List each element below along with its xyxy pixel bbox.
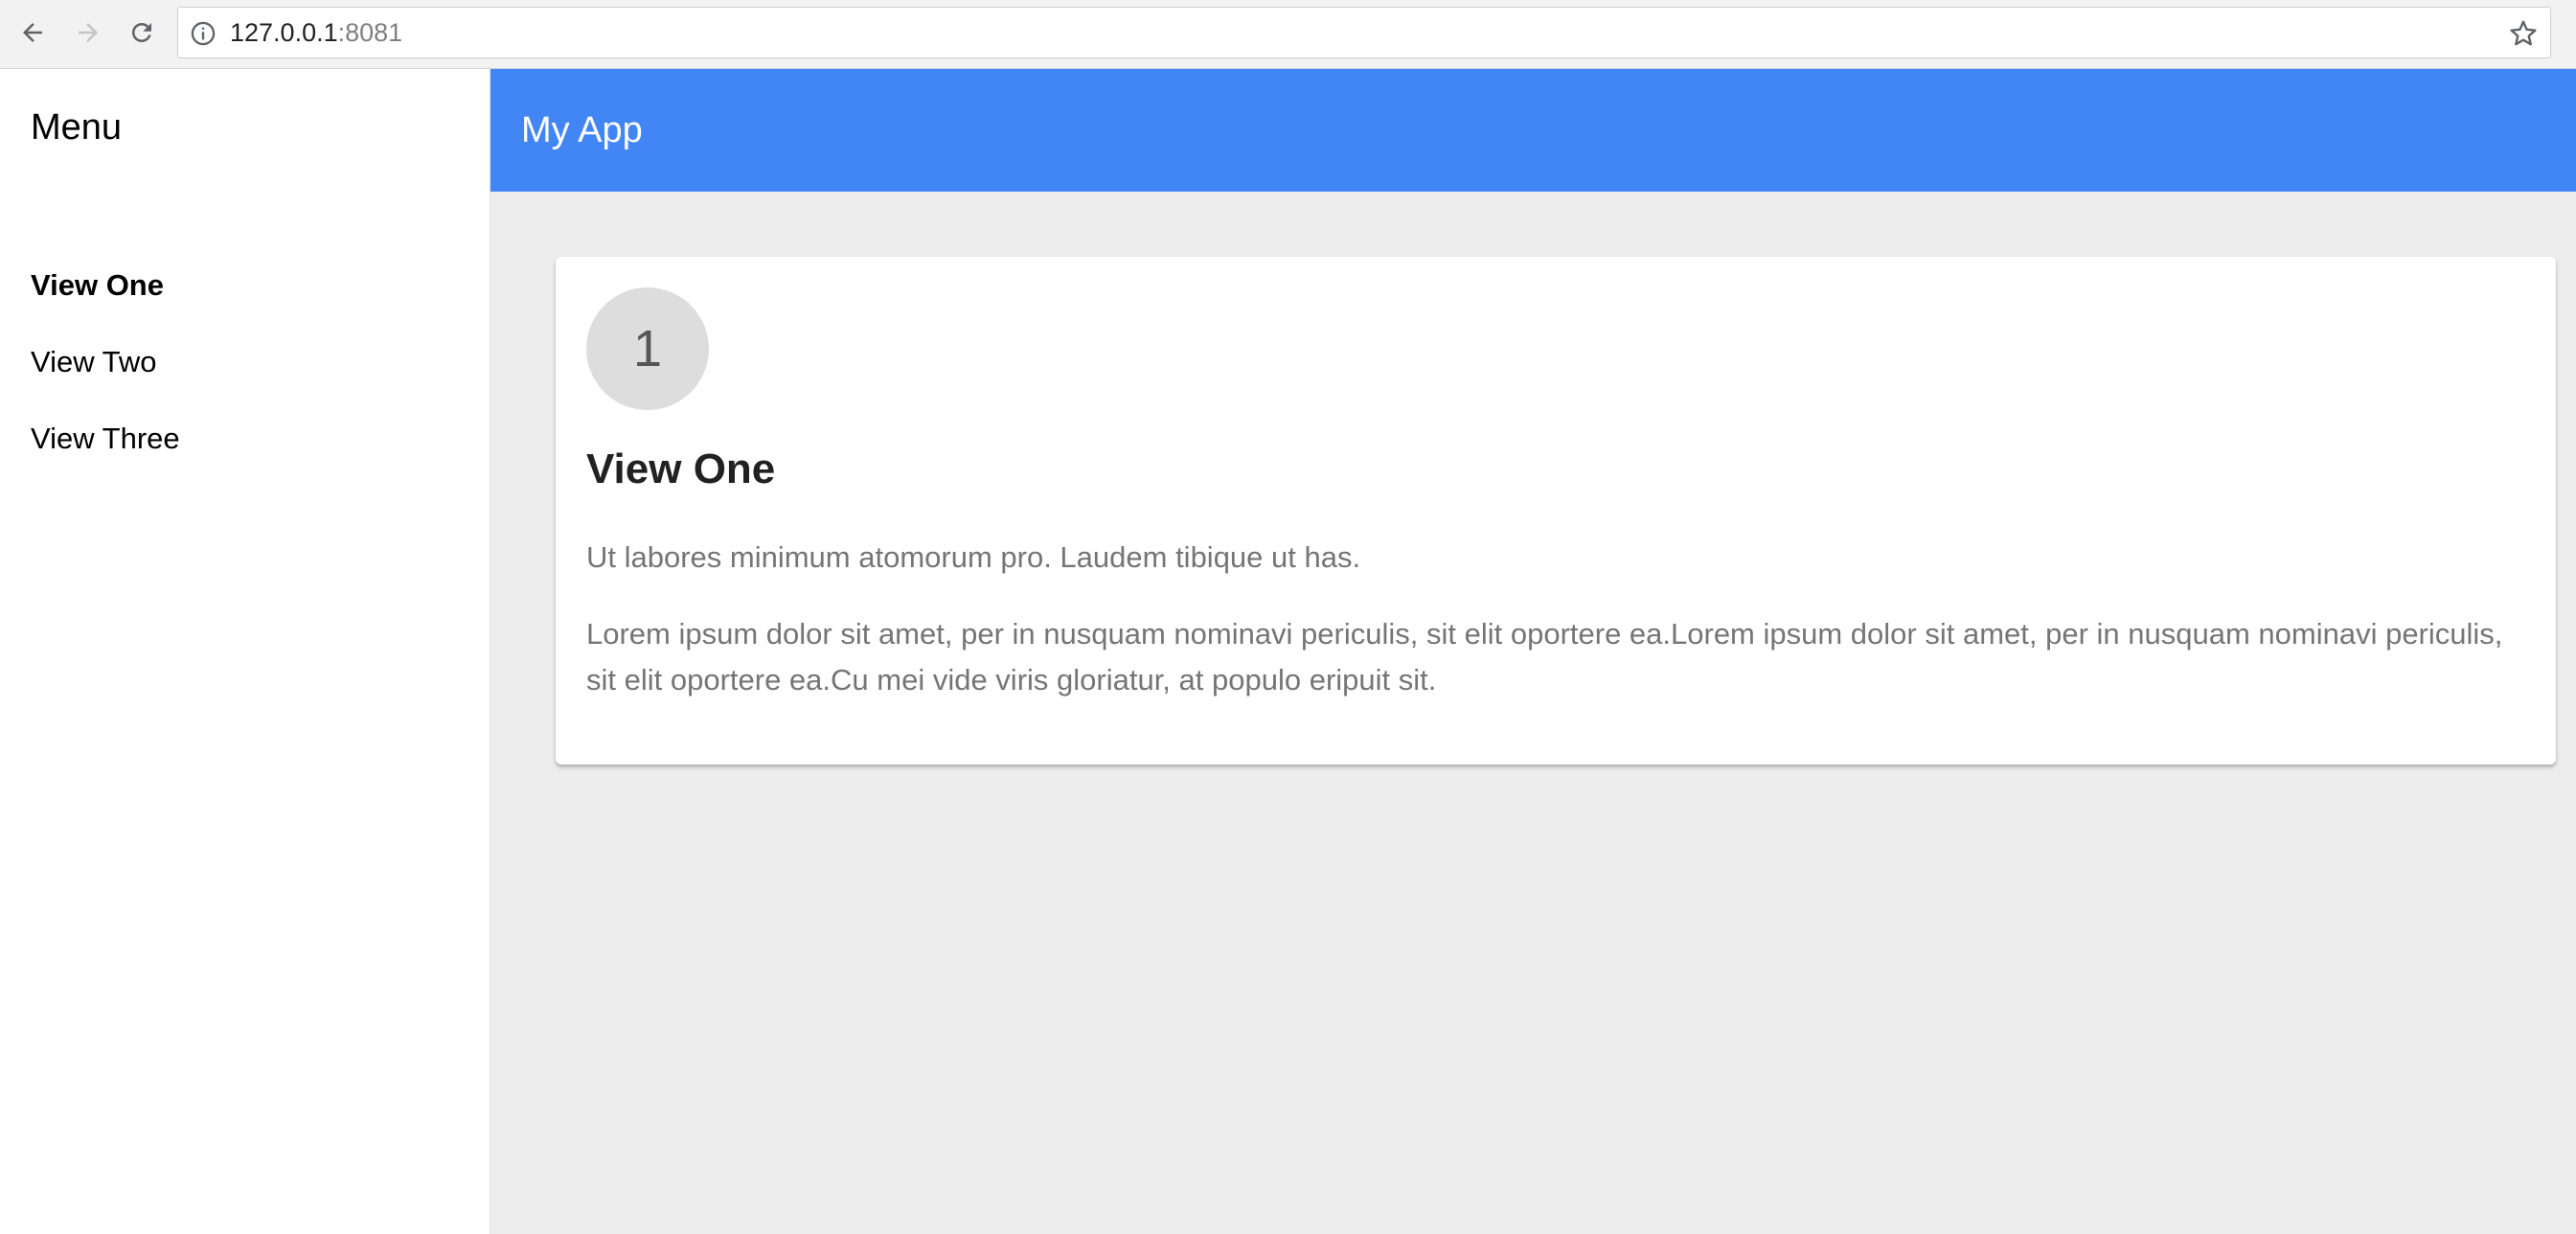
back-button[interactable] bbox=[11, 11, 54, 54]
url-port: :8081 bbox=[337, 18, 403, 47]
forward-button[interactable] bbox=[67, 11, 109, 54]
sidebar-item-view-one[interactable]: View One bbox=[0, 247, 490, 324]
url-text[interactable]: 127.0.0.1:8081 bbox=[230, 8, 402, 57]
view-card: 1 View One Ut labores minimum atomorum p… bbox=[556, 257, 2556, 765]
reload-icon bbox=[132, 23, 151, 42]
card-title: View One bbox=[586, 446, 776, 492]
sidebar: Menu View One View Two View Three bbox=[0, 69, 490, 1234]
arrow-left-icon bbox=[23, 23, 42, 42]
address-bar[interactable]: 127.0.0.1:8081 bbox=[177, 7, 2551, 58]
arrow-right-icon bbox=[79, 23, 98, 42]
sidebar-item-view-three[interactable]: View Three bbox=[0, 400, 490, 477]
star-icon[interactable] bbox=[2508, 18, 2539, 49]
app-header: My App bbox=[490, 69, 2576, 192]
card-paragraph: Lorem ipsum dolor sit amet, per in nusqu… bbox=[586, 617, 2503, 697]
number-badge: 1 bbox=[586, 287, 709, 410]
app-title: My App bbox=[521, 110, 643, 150]
nav-list: View One View Two View Three bbox=[0, 247, 490, 477]
url-host: 127.0.0.1 bbox=[230, 18, 338, 47]
sidebar-title: Menu bbox=[31, 107, 123, 148]
card-paragraph: Ut labores minimum atomorum pro. Laudem … bbox=[586, 540, 1361, 574]
reload-button[interactable] bbox=[121, 11, 163, 54]
main-content: My App 1 View One Ut labores minimum ato… bbox=[490, 69, 2576, 1234]
browser-toolbar: 127.0.0.1:8081 bbox=[0, 0, 2576, 69]
info-icon[interactable] bbox=[190, 20, 217, 47]
sidebar-item-view-two[interactable]: View Two bbox=[0, 324, 490, 400]
